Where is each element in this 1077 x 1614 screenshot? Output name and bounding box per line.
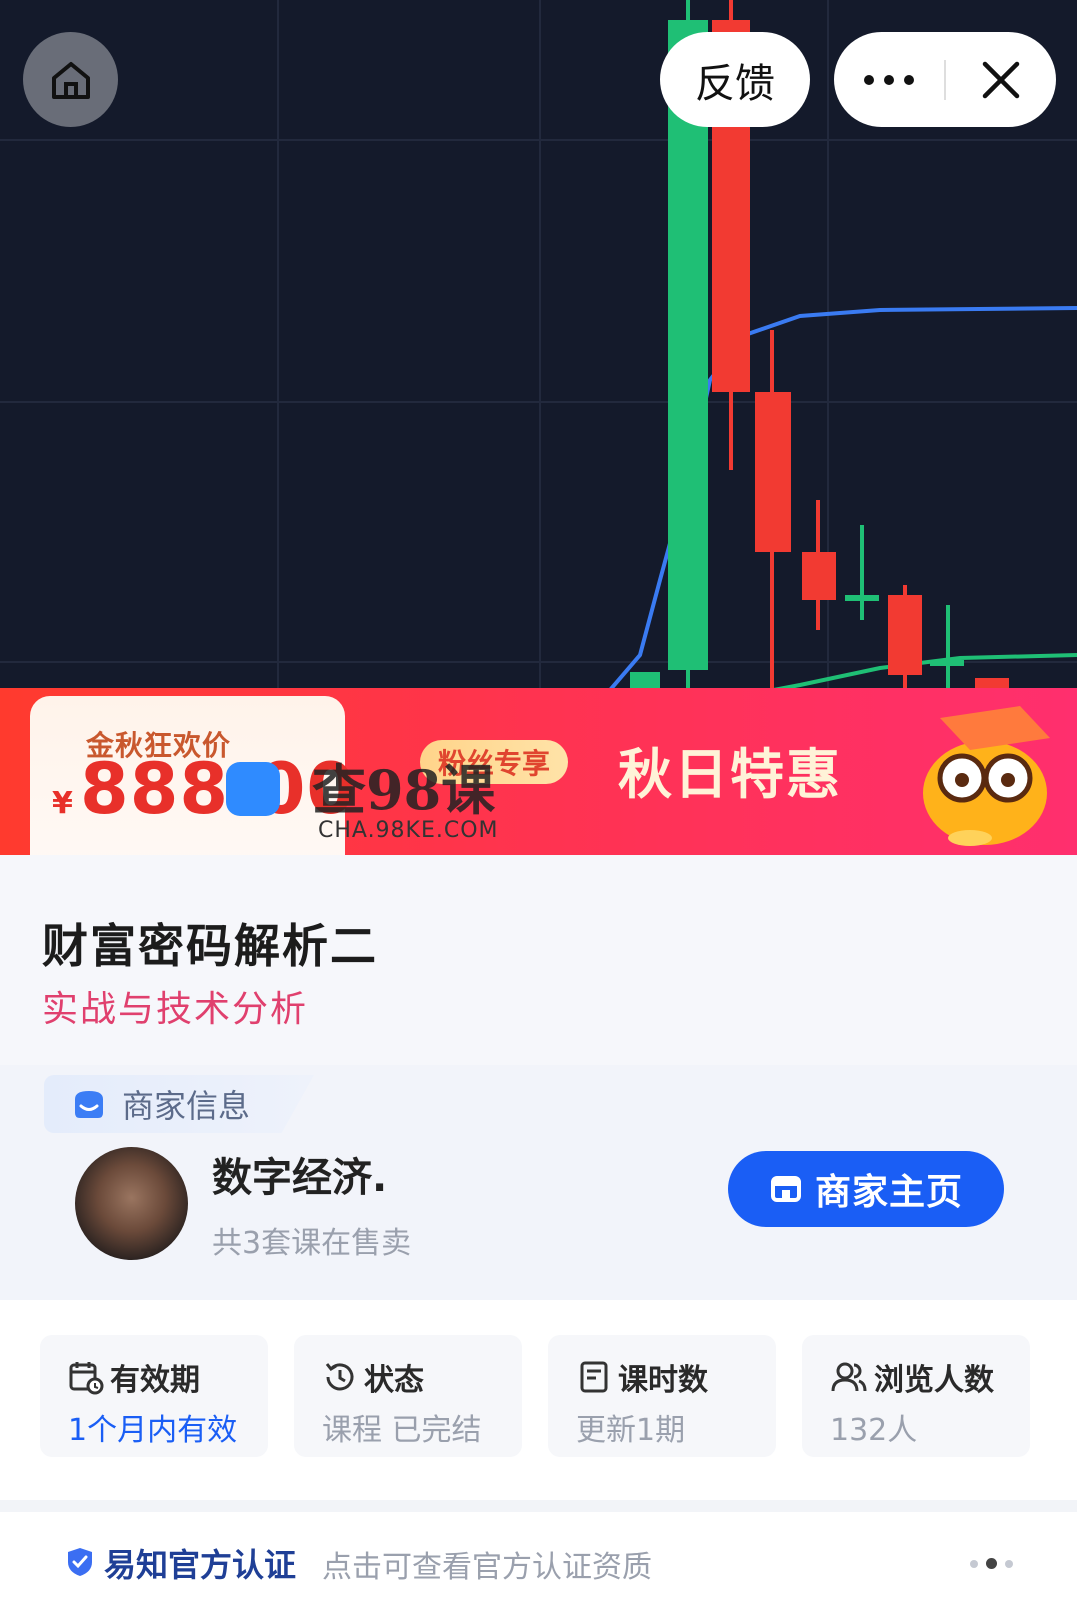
- mini-program-capsule: [834, 32, 1056, 127]
- stat-viewers-value: 132人: [830, 1413, 918, 1448]
- stat-status-label: 状态: [364, 1363, 424, 1398]
- stat-lessons-label: 课时数: [618, 1363, 708, 1398]
- carousel-dots: [966, 1558, 1017, 1569]
- stat-lessons: 课时数 更新1期: [548, 1335, 776, 1457]
- watermark-text: 查98课: [312, 758, 496, 822]
- close-button[interactable]: [946, 32, 1056, 127]
- shield-check-icon: [68, 1548, 92, 1576]
- carousel-dot: [1005, 1559, 1013, 1568]
- history-icon: [325, 1363, 354, 1391]
- course-title: 财富密码解析二: [42, 919, 378, 973]
- certification-title: 易知官方认证: [104, 1546, 297, 1584]
- close-icon: [982, 61, 1020, 98]
- carousel-dot: [970, 1559, 978, 1568]
- merchant-home-button[interactable]: 商家主页: [728, 1151, 1004, 1227]
- merchant-info-label: 商家信息: [122, 1087, 251, 1125]
- more-button[interactable]: [834, 32, 944, 127]
- stat-validity: 有效期 1个月内有效: [40, 1335, 268, 1457]
- home-icon: [51, 61, 90, 99]
- merchant-avatar[interactable]: [75, 1147, 188, 1260]
- stat-status-value: 课程 已完结: [322, 1413, 482, 1448]
- store-smile-icon: [75, 1091, 103, 1118]
- carousel-dot-active: [986, 1558, 997, 1569]
- watermark-logo-icon: [226, 762, 280, 816]
- watermark: 查98课 CHA.98KE.COM: [222, 740, 522, 843]
- users-icon: [831, 1362, 867, 1392]
- stat-viewers-label: 浏览人数: [874, 1363, 994, 1398]
- document-icon: [580, 1361, 608, 1393]
- merchant-course-count: 共3套课在售卖: [212, 1226, 412, 1261]
- merchant-info-tag: 商家信息: [44, 1075, 314, 1133]
- more-icon: [864, 74, 914, 85]
- owl-mascot-icon: [923, 706, 1050, 846]
- shop-icon: [770, 1176, 801, 1202]
- course-title-section: 财富密码解析二 实战与技术分析: [0, 855, 1077, 1065]
- autumn-sale-label: 秋日特惠: [618, 743, 842, 806]
- stat-validity-label: 有效期: [110, 1363, 200, 1398]
- official-certification-bar[interactable]: 易知官方认证 点击可查看官方认证资质: [0, 1500, 1077, 1614]
- stat-lessons-value: 更新1期: [576, 1413, 686, 1448]
- course-subtitle: 实战与技术分析: [42, 989, 309, 1030]
- merchant-home-label: 商家主页: [814, 1172, 963, 1213]
- stat-validity-value: 1个月内有效: [68, 1413, 238, 1448]
- certification-description: 点击可查看官方认证资质: [322, 1550, 652, 1585]
- promo-banner[interactable]: 金秋狂欢价 ¥ 888.00 粉丝专享 秋日特惠: [0, 688, 1077, 855]
- merchant-section: 商家信息 数字经济. 共3套课在售卖 商家主页: [0, 1065, 1077, 1300]
- stat-status: 状态 课程 已完结: [294, 1335, 522, 1457]
- calendar-clock-icon: [69, 1362, 104, 1395]
- stat-viewers: 浏览人数 132人: [802, 1335, 1030, 1457]
- home-button[interactable]: [23, 32, 118, 127]
- watermark-url: CHA.98KE.COM: [318, 818, 499, 843]
- merchant-name[interactable]: 数字经济.: [212, 1145, 387, 1203]
- feedback-button[interactable]: 反馈: [660, 32, 810, 127]
- course-stats: 有效期 1个月内有效 状态 课程 已完结 课时数 更新1期 浏览人数 132人: [0, 1300, 1077, 1500]
- feedback-label: 反馈: [695, 60, 775, 107]
- price-currency: ¥: [52, 786, 73, 821]
